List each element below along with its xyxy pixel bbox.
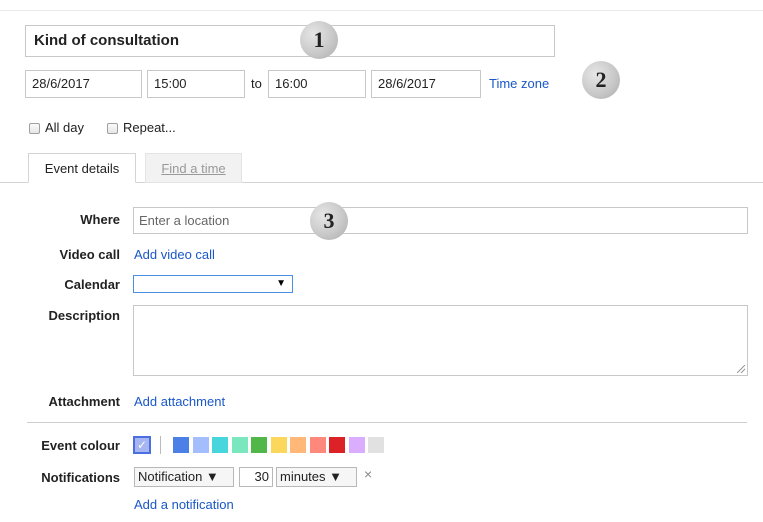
repeat-checkbox[interactable] — [107, 123, 118, 134]
end-date-input[interactable]: 28/6/2017 — [371, 70, 481, 98]
add-video-call-link[interactable]: Add video call — [134, 247, 215, 262]
video-call-label: Video call — [59, 247, 120, 262]
colour-separator — [160, 436, 161, 454]
colour-swatch[interactable] — [270, 437, 287, 453]
to-label: to — [251, 76, 262, 91]
add-attachment-link[interactable]: Add attachment — [134, 394, 225, 409]
colour-swatch[interactable] — [231, 437, 248, 453]
notification-type-select[interactable]: Notification ▼ — [134, 467, 234, 487]
where-input[interactable]: Enter a location — [133, 207, 748, 234]
callout-marker-1: 1 — [300, 21, 338, 59]
attachment-label: Attachment — [48, 394, 120, 409]
section-divider — [27, 422, 747, 423]
where-label: Where — [80, 212, 120, 227]
callout-marker-2: 2 — [582, 61, 620, 99]
colour-swatch[interactable] — [368, 437, 384, 453]
top-divider — [0, 10, 763, 11]
event-colour-label: Event colour — [41, 438, 120, 453]
callout-marker-3: 3 — [310, 202, 348, 240]
tab-event-details[interactable]: Event details — [28, 153, 136, 183]
colour-swatch[interactable] — [173, 437, 189, 453]
description-label: Description — [48, 308, 120, 323]
end-time-input[interactable]: 16:00 — [268, 70, 366, 98]
colour-swatch[interactable] — [329, 437, 345, 453]
colour-swatch[interactable] — [212, 437, 228, 453]
colour-swatch[interactable] — [251, 437, 267, 453]
colour-swatch[interactable] — [309, 437, 326, 453]
all-day-label: All day — [45, 120, 85, 135]
colour-swatch[interactable] — [192, 437, 209, 453]
repeat-label: Repeat... — [123, 120, 176, 135]
add-notification-link[interactable]: Add a notification — [134, 497, 234, 512]
event-title-input[interactable]: Kind of consultation — [25, 25, 555, 57]
notification-amount-input[interactable]: 30 — [239, 467, 273, 487]
start-date-input[interactable]: 28/6/2017 — [25, 70, 142, 98]
checkmark-icon: ✓ — [136, 438, 148, 452]
notifications-label: Notifications — [41, 470, 120, 485]
chevron-down-icon: ▼ — [276, 278, 286, 289]
calendar-label: Calendar — [64, 277, 120, 292]
colour-swatch[interactable] — [348, 437, 365, 453]
colour-swatch[interactable] — [290, 437, 306, 453]
notification-unit-select[interactable]: minutes ▼ — [276, 467, 357, 487]
selected-colour-swatch[interactable]: ✓ — [133, 436, 151, 454]
time-zone-link[interactable]: Time zone — [489, 76, 549, 91]
calendar-select[interactable]: ▼ — [133, 275, 293, 293]
resize-handle-icon[interactable] — [737, 365, 745, 373]
start-time-input[interactable]: 15:00 — [147, 70, 245, 98]
all-day-checkbox[interactable] — [29, 123, 40, 134]
tab-find-a-time[interactable]: Find a time — [145, 153, 242, 183]
remove-notification-icon[interactable]: × — [364, 466, 372, 482]
description-textarea[interactable] — [133, 305, 748, 376]
